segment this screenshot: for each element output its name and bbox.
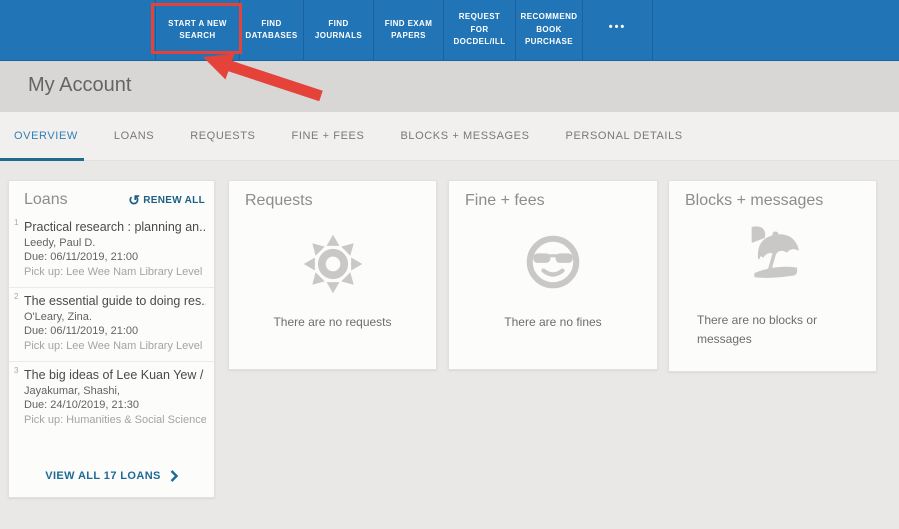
tab-personal-details[interactable]: PERSONAL DETAILS: [566, 130, 683, 142]
view-all-loans-button[interactable]: VIEW ALL 17 LOANS: [9, 455, 214, 497]
loan-index: 1: [14, 218, 19, 227]
tab-requests[interactable]: REQUESTS: [190, 130, 255, 142]
tab-fine-fees[interactable]: FINE + FEES: [292, 130, 365, 142]
loan-pickup-location: Pick up: Lee Wee Nam Library Level ...: [24, 340, 206, 352]
page-title: My Account: [28, 74, 132, 96]
requests-card-title: Requests: [245, 192, 313, 209]
account-tab-bar: OVERVIEW LOANS REQUESTS FINE + FEES BLOC…: [0, 112, 899, 161]
nav-find-databases[interactable]: FIND DATABASES: [239, 0, 303, 60]
sunglasses-face-icon: [526, 235, 580, 289]
no-blocks-message: There are no blocks or messages: [697, 313, 818, 346]
tab-blocks-messages[interactable]: BLOCKS + MESSAGES: [400, 130, 529, 142]
loan-due-date: Due: 06/11/2019, 21:00: [24, 325, 139, 337]
loan-author: Jayakumar, Shashi,: [24, 385, 120, 397]
loan-index: 3: [14, 366, 19, 375]
loan-author: Leedy, Paul D.: [24, 237, 96, 249]
renew-all-label: RENEW ALL: [143, 194, 205, 206]
nav-recommend-book-purchase[interactable]: RECOMMEND BOOK PURCHASE: [515, 0, 582, 60]
loans-card-title: Loans: [24, 191, 68, 208]
loan-list-item[interactable]: 3 The big ideas of Lee Kuan Yew / Jayaku…: [9, 361, 214, 435]
nav-more-ellipsis-icon[interactable]: •••: [582, 0, 653, 60]
loan-author: O'Leary, Zina.: [24, 311, 92, 323]
loan-pickup-location: Pick up: Lee Wee Nam Library Level ...: [24, 266, 206, 278]
no-fines-message: There are no fines: [504, 315, 602, 329]
fine-fees-card-title: Fine + fees: [465, 192, 545, 209]
view-all-loans-label: VIEW ALL 17 LOANS: [45, 470, 161, 482]
tab-overview[interactable]: OVERVIEW: [14, 130, 78, 142]
sun-icon: [303, 234, 362, 294]
loan-due-date: Due: 24/10/2019, 21:30: [24, 399, 139, 411]
fine-fees-card: Fine + fees There are no fines: [448, 180, 658, 370]
my-account-page: START A NEW SEARCH FIND DATABASES FIND J…: [0, 0, 899, 529]
requests-card: Requests There are no requests: [228, 180, 437, 370]
blocks-messages-card-title: Blocks + messages: [685, 192, 824, 209]
nav-find-journals[interactable]: FIND JOURNALS: [303, 0, 373, 60]
loans-card: Loans ↺ RENEW ALL 1 Practical research :…: [8, 180, 215, 498]
no-requests-message: There are no requests: [273, 315, 392, 329]
chevron-right-icon: [170, 470, 178, 482]
active-tab-indicator: [0, 158, 84, 161]
renew-circular-arrow-icon: ↺: [128, 192, 141, 208]
nav-start-new-search[interactable]: START A NEW SEARCH: [155, 0, 239, 60]
loan-list-item[interactable]: 1 Practical research : planning an... Le…: [9, 214, 214, 287]
top-nav: START A NEW SEARCH FIND DATABASES FIND J…: [0, 0, 899, 61]
loan-list-item[interactable]: 2 The essential guide to doing res... O'…: [9, 287, 214, 361]
account-header-band: My Account: [0, 61, 899, 112]
loan-due-date: Due: 06/11/2019, 21:00: [24, 251, 139, 263]
loan-index: 2: [14, 292, 19, 301]
tab-loans[interactable]: LOANS: [114, 130, 154, 142]
renew-all-button[interactable]: ↺ RENEW ALL: [128, 193, 205, 207]
nav-find-exam-papers[interactable]: FIND EXAM PAPERS: [373, 0, 443, 60]
blocks-messages-card: Blocks + messages There are no blocks or…: [668, 180, 877, 372]
loan-pickup-location: Pick up: Humanities & Social Science...: [24, 414, 206, 426]
loan-title[interactable]: The big ideas of Lee Kuan Yew /: [24, 368, 206, 382]
nav-request-docdel-ill[interactable]: REQUEST FOR DOCDEL/ILL: [443, 0, 515, 60]
top-nav-items: START A NEW SEARCH FIND DATABASES FIND J…: [155, 0, 899, 60]
beach-umbrella-icon: [751, 226, 799, 278]
loan-title[interactable]: Practical research : planning an...: [24, 220, 206, 234]
loan-title[interactable]: The essential guide to doing res...: [24, 294, 206, 308]
